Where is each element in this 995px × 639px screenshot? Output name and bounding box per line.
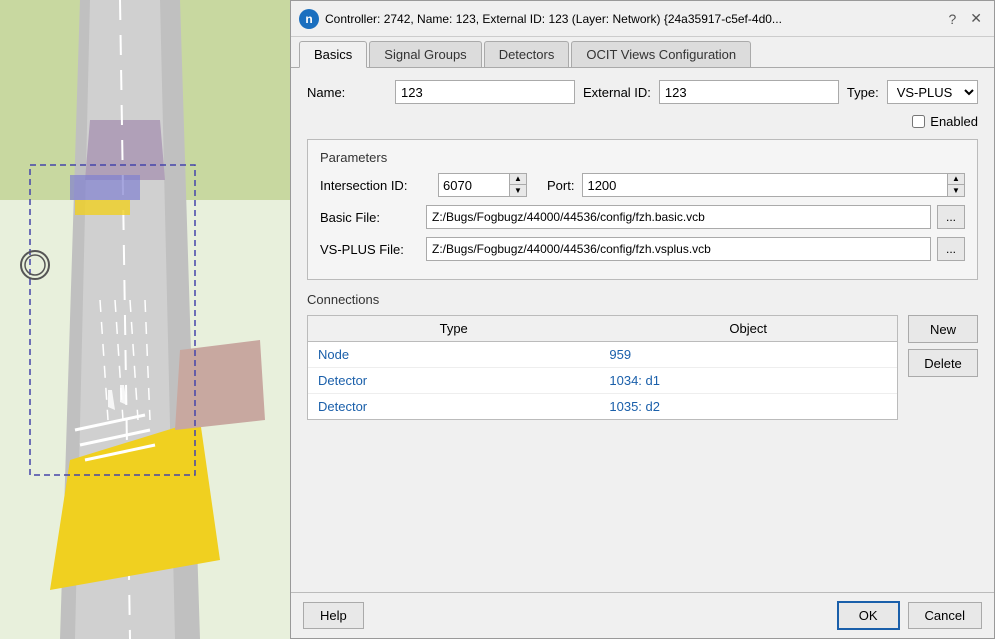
- connections-table-wrapper: Type Object Node959Detector1034: d1Detec…: [307, 315, 898, 420]
- parameters-header: Parameters: [320, 150, 965, 165]
- name-label: Name:: [307, 85, 387, 100]
- cancel-button[interactable]: Cancel: [908, 602, 982, 629]
- help-button[interactable]: Help: [303, 602, 364, 629]
- col-object-header: Object: [599, 316, 897, 342]
- new-connection-btn[interactable]: New: [908, 315, 978, 343]
- intersection-up-btn[interactable]: ▲: [510, 174, 526, 185]
- connections-section: Connections Type Object Node959Detector1…: [307, 292, 978, 420]
- enabled-checkbox[interactable]: [912, 115, 925, 128]
- conn-type-cell: Detector: [308, 394, 599, 420]
- connections-table: Type Object Node959Detector1034: d1Detec…: [308, 316, 897, 419]
- vsplus-file-browse-btn[interactable]: ...: [937, 237, 965, 261]
- tab-basics[interactable]: Basics: [299, 41, 367, 68]
- connections-header: Connections: [307, 292, 978, 307]
- connections-buttons: New Delete: [908, 315, 978, 420]
- extid-label: External ID:: [583, 85, 651, 100]
- conn-object-cell: 1035: d2: [599, 394, 897, 420]
- connections-body: Type Object Node959Detector1034: d1Detec…: [307, 315, 978, 420]
- parameters-section: Parameters Intersection ID: ▲ ▼ Port: ▲: [307, 139, 978, 280]
- title-bar: n Controller: 2742, Name: 123, External …: [291, 1, 994, 37]
- content-area: Name: External ID: Type: VS-PLUS Enabled…: [291, 68, 994, 592]
- dialog: n Controller: 2742, Name: 123, External …: [290, 0, 995, 639]
- port-label: Port:: [547, 178, 574, 193]
- tab-signal-groups[interactable]: Signal Groups: [369, 41, 481, 67]
- basic-file-label: Basic File:: [320, 210, 420, 225]
- port-up-btn[interactable]: ▲: [948, 174, 964, 185]
- intersection-down-btn[interactable]: ▼: [510, 185, 526, 196]
- type-label: Type:: [847, 85, 879, 100]
- enabled-label: Enabled: [930, 114, 978, 129]
- ok-button[interactable]: OK: [837, 601, 900, 630]
- map-area: [0, 0, 290, 639]
- conn-type-cell: Node: [308, 342, 599, 368]
- col-type-header: Type: [308, 316, 599, 342]
- tab-detectors[interactable]: Detectors: [484, 41, 570, 67]
- extid-input[interactable]: [659, 80, 839, 104]
- name-row: Name: External ID: Type: VS-PLUS: [307, 80, 978, 104]
- intersection-label: Intersection ID:: [320, 178, 430, 193]
- tab-bar: Basics Signal Groups Detectors OCIT View…: [291, 37, 994, 68]
- port-down-btn[interactable]: ▼: [948, 185, 964, 196]
- table-row[interactable]: Detector1035: d2: [308, 394, 897, 420]
- port-input[interactable]: [583, 174, 947, 196]
- help-title-button[interactable]: ?: [944, 9, 960, 29]
- bottom-bar: Help OK Cancel: [291, 592, 994, 638]
- intersection-id-input[interactable]: [439, 174, 509, 196]
- conn-type-cell: Detector: [308, 368, 599, 394]
- basic-file-row: Basic File: ...: [320, 205, 965, 229]
- table-row[interactable]: Node959: [308, 342, 897, 368]
- conn-object-cell: 959: [599, 342, 897, 368]
- enabled-row: Enabled: [307, 114, 978, 129]
- close-title-button[interactable]: ✕: [966, 8, 986, 29]
- type-select[interactable]: VS-PLUS: [887, 80, 978, 104]
- intersection-row: Intersection ID: ▲ ▼ Port: ▲ ▼: [320, 173, 965, 197]
- conn-object-cell: 1034: d1: [599, 368, 897, 394]
- spinner-btns: ▲ ▼: [509, 174, 526, 196]
- basic-file-input[interactable]: [426, 205, 931, 229]
- tab-ocit-views[interactable]: OCIT Views Configuration: [571, 41, 751, 67]
- port-spinner[interactable]: ▲ ▼: [582, 173, 965, 197]
- vsplus-file-input[interactable]: [426, 237, 931, 261]
- delete-connection-btn[interactable]: Delete: [908, 349, 978, 377]
- basic-file-browse-btn[interactable]: ...: [937, 205, 965, 229]
- intersection-id-spinner[interactable]: ▲ ▼: [438, 173, 527, 197]
- name-input[interactable]: [395, 80, 575, 104]
- port-spinner-btns: ▲ ▼: [947, 174, 964, 196]
- table-row[interactable]: Detector1034: d1: [308, 368, 897, 394]
- app-icon: n: [299, 9, 319, 29]
- vsplus-file-row: VS-PLUS File: ...: [320, 237, 965, 261]
- dialog-title: Controller: 2742, Name: 123, External ID…: [325, 12, 938, 26]
- vsplus-file-label: VS-PLUS File:: [320, 242, 420, 257]
